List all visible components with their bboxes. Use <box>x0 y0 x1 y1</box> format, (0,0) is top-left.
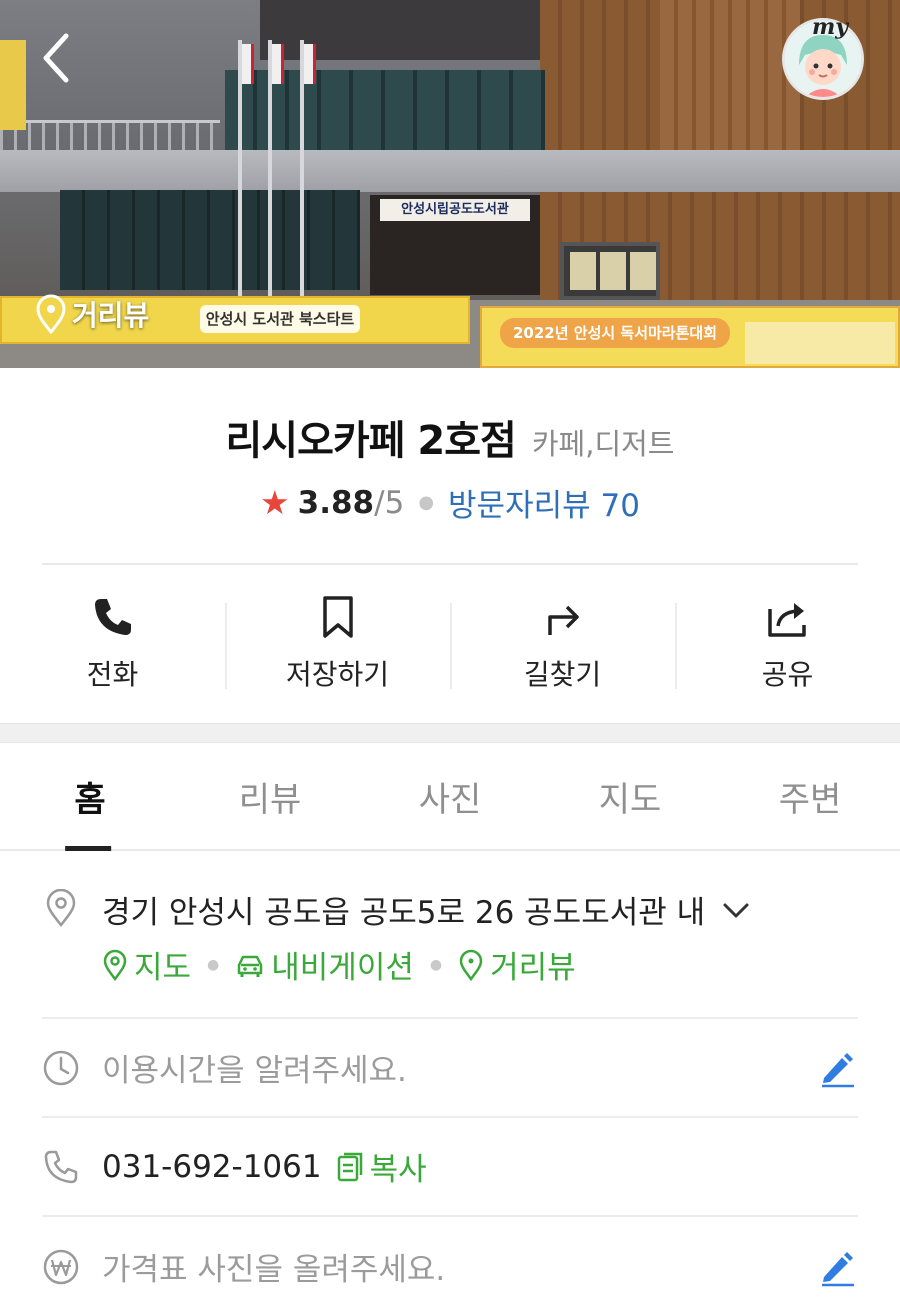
price-placeholder: 가격표 사진을 올려주세요. <box>102 1252 446 1288</box>
action-bar: 전화 저장하기 길찾기 공유 <box>0 565 900 723</box>
building-sign: 안성시립공도도서관 <box>380 199 530 221</box>
copy-button[interactable]: 복사 <box>336 1144 427 1189</box>
address-row: 경기 안성시 공도읍 공도5로 26 공도도서관 내 지도 ● 내비게이션 ● … <box>42 851 858 1019</box>
event-banner-notice <box>745 322 895 364</box>
map-link[interactable]: 지도 <box>102 942 191 987</box>
visitor-review-link[interactable]: 방문자리뷰 70 <box>448 480 640 525</box>
share-button[interactable]: 공유 <box>675 595 900 723</box>
phone-outline-icon <box>44 1150 78 1183</box>
brick-facade-upper <box>660 0 800 160</box>
navigation-link-label: 내비게이션 <box>271 950 414 986</box>
back-button[interactable] <box>34 30 80 86</box>
flag <box>242 44 254 84</box>
clock-icon <box>43 1050 79 1085</box>
ground-windows <box>60 190 360 290</box>
hours-row: 이용시간을 알려주세요. <box>42 1019 858 1118</box>
share-label: 공유 <box>761 658 814 691</box>
map-pin-icon <box>103 949 127 981</box>
separator-dot: ● <box>207 956 220 973</box>
copy-icon <box>337 1152 362 1181</box>
phone-icon <box>94 599 131 635</box>
tab-home[interactable]: 홈 <box>0 743 180 849</box>
chevron-down-icon[interactable] <box>721 895 751 925</box>
rating-value: 3.88 <box>297 484 375 521</box>
street-view-link-label: 거리뷰 <box>490 950 576 986</box>
tab-photos[interactable]: 사진 <box>360 743 540 849</box>
price-row: 가격표 사진을 올려주세요. <box>42 1217 858 1312</box>
star-icon: ★ <box>260 483 290 522</box>
hours-placeholder: 이용시간을 알려주세요. <box>102 1053 407 1089</box>
notice-board <box>560 242 660 300</box>
rating-max: /5 <box>374 484 405 521</box>
place-header: 리시오카페 2호점 카페,디저트 ★ 3.88/5 ● 방문자리뷰 70 <box>0 368 900 525</box>
tab-reviews[interactable]: 리뷰 <box>180 743 360 849</box>
address-links: 지도 ● 내비게이션 ● 거리뷰 <box>102 942 858 987</box>
street-view-label: 거리뷰 <box>72 299 150 332</box>
place-category: 카페,디저트 <box>531 427 675 461</box>
tab-map[interactable]: 지도 <box>540 743 720 849</box>
section-separator <box>0 723 900 743</box>
event-banner-right-text: 2022년 안성시 독서마라톤대회 <box>500 318 730 348</box>
save-label: 저장하기 <box>285 658 390 691</box>
edit-hours-pencil-icon[interactable] <box>818 1048 858 1088</box>
place-name: 리시오카페 2호점 <box>225 418 517 464</box>
directions-icon <box>547 605 579 635</box>
street-view-button[interactable]: 거리뷰 <box>34 294 149 334</box>
event-banner-left-text: 안성시 도서관 북스타트 <box>200 305 360 333</box>
navigation-link[interactable]: 내비게이션 <box>235 942 414 987</box>
street-view-link[interactable]: 거리뷰 <box>458 942 576 987</box>
address-text: 경기 안성시 공도읍 공도5로 26 공도도서관 내 <box>102 895 706 931</box>
directions-button[interactable]: 길찾기 <box>450 595 675 723</box>
phone-number[interactable]: 031-692-1061 <box>102 1149 322 1185</box>
building-canopy <box>0 150 900 192</box>
tab-nearby[interactable]: 주변 <box>720 743 900 849</box>
street-view-pin-icon <box>459 949 483 981</box>
my-label: my <box>812 14 849 40</box>
location-pin-icon <box>36 294 66 334</box>
edit-price-pencil-icon[interactable] <box>818 1247 858 1287</box>
hanging-banner <box>0 40 26 130</box>
location-pin-icon <box>46 889 76 927</box>
flag <box>272 44 284 84</box>
tab-bar: 홈 리뷰 사진 지도 주변 <box>0 743 900 851</box>
call-button[interactable]: 전화 <box>0 595 225 723</box>
phone-row: 031-692-1061 복사 <box>42 1118 858 1217</box>
directions-label: 길찾기 <box>523 658 602 691</box>
bookmark-icon <box>322 596 353 638</box>
call-label: 전화 <box>86 658 139 691</box>
separator-dot: ● <box>429 956 443 973</box>
share-icon <box>767 603 806 637</box>
copy-label: 복사 <box>369 1152 427 1188</box>
flag <box>304 44 316 84</box>
save-button[interactable]: 저장하기 <box>225 595 450 723</box>
separator-dot: ● <box>418 492 435 513</box>
car-icon <box>238 955 263 977</box>
rating-row: ★ 3.88/5 ● 방문자리뷰 70 <box>0 480 900 525</box>
street-view-photo[interactable]: 안성시립공도도서관 안성시 도서관 북스타트 2022년 안성시 독서마라톤대회… <box>0 0 900 368</box>
chevron-left-icon <box>43 33 69 83</box>
map-link-label: 지도 <box>134 950 192 986</box>
won-currency-icon <box>43 1249 79 1284</box>
